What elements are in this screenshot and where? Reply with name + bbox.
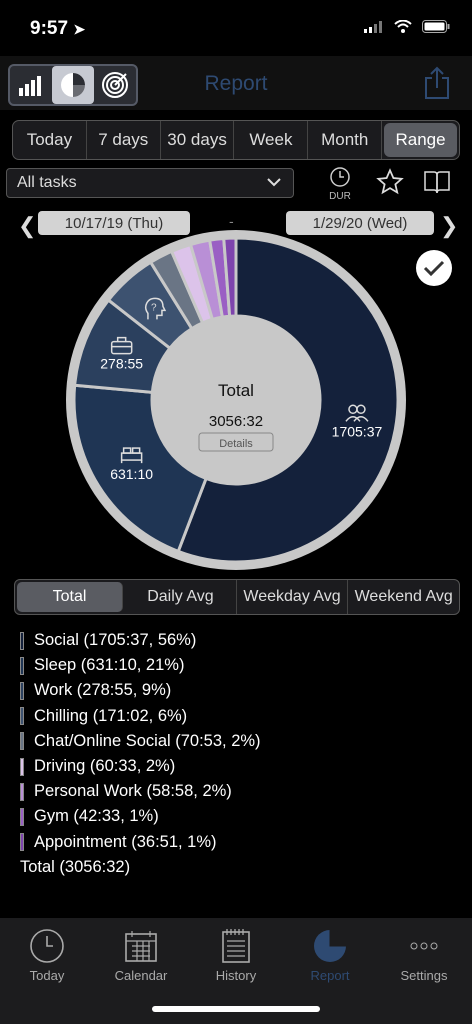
- legend-label: Social (1705:37, 56%): [34, 631, 197, 650]
- legend: Social (1705:37, 56%) Sleep (631:10, 21%)…: [20, 628, 261, 880]
- tab-label: Calendar: [114, 968, 168, 983]
- legend-swatch: [20, 833, 24, 852]
- task-filter-select[interactable]: All tasks: [6, 168, 294, 198]
- chart-center-total: 3056:32: [209, 413, 263, 430]
- legend-item: Driving (60:33, 2%): [20, 754, 261, 779]
- legend-label: Work (278:55, 9%): [34, 681, 172, 700]
- task-filter-value: All tasks: [17, 174, 77, 191]
- duration-label: DUR: [329, 191, 351, 202]
- status-icons: [364, 20, 450, 33]
- duration-sort-button[interactable]: DUR: [326, 166, 354, 202]
- legend-label: Chilling (171:02, 6%): [34, 706, 188, 725]
- slice-value-label: 278:55: [100, 356, 143, 372]
- stats-tab-1[interactable]: Daily Avg: [125, 580, 237, 614]
- clock-icon: [330, 167, 350, 187]
- range-tab-3[interactable]: Week: [234, 121, 309, 159]
- legend-label: Personal Work (58:58, 2%): [34, 782, 232, 801]
- svg-text:?: ?: [151, 302, 157, 313]
- legend-swatch: [20, 631, 24, 650]
- legend-item: Work (278:55, 9%): [20, 678, 261, 703]
- stats-tab-0[interactable]: Total: [17, 582, 124, 612]
- details-button-label: Details: [219, 438, 253, 450]
- calendar-icon: [101, 928, 181, 964]
- pie-chart: Total 3056:32 Details 1705:37 631:10 278:5…: [66, 230, 406, 570]
- legend-swatch: [20, 782, 24, 801]
- legend-item: Chilling (171:02, 6%): [20, 704, 261, 729]
- legend-swatch: [20, 732, 24, 751]
- stats-tab-3[interactable]: Weekend Avg: [348, 580, 459, 614]
- chevron-down-icon: [267, 178, 281, 187]
- favorites-button[interactable]: [376, 168, 404, 201]
- pie-chart-icon: [290, 928, 370, 964]
- legend-item: Chat/Online Social (70:53, 2%): [20, 729, 261, 754]
- star-icon: [376, 168, 404, 195]
- legend-item: Social (1705:37, 56%): [20, 628, 261, 653]
- wifi-icon: [394, 20, 412, 33]
- range-tab-2[interactable]: 30 days: [161, 121, 235, 159]
- stats-segmented-control: Total Daily Avg Weekday Avg Weekend Avg: [14, 579, 460, 615]
- book-icon: [424, 171, 450, 194]
- legend-label: Appointment (36:51, 1%): [34, 832, 217, 851]
- tab-label: History: [215, 968, 257, 983]
- slice-value-label: 631:10: [110, 466, 153, 482]
- tab-calendar[interactable]: Calendar: [101, 928, 181, 983]
- legend-swatch: [20, 656, 24, 675]
- legend-item: Appointment (36:51, 1%): [20, 830, 261, 855]
- date-separator: -: [229, 213, 234, 229]
- confirm-button[interactable]: [416, 250, 452, 286]
- tab-label: Report: [310, 968, 350, 983]
- legend-label: Sleep (631:10, 21%): [34, 656, 185, 675]
- legend-total: Total (3056:32): [20, 857, 131, 876]
- location-arrow-icon: ➤: [73, 21, 86, 37]
- legend-item: Gym (42:33, 1%): [20, 804, 261, 829]
- chevron-right-icon: ❯: [440, 213, 459, 238]
- chart-center-title: Total: [218, 381, 254, 400]
- tab-report[interactable]: Report: [290, 928, 370, 983]
- next-range-button[interactable]: ❯: [440, 213, 458, 239]
- range-tab-4[interactable]: Month: [308, 121, 383, 159]
- range-tab-5[interactable]: Range: [384, 123, 457, 157]
- previous-range-button[interactable]: ❮: [18, 213, 36, 239]
- chevron-left-icon: ❮: [18, 213, 37, 238]
- share-icon: [425, 66, 449, 99]
- share-button[interactable]: [424, 66, 450, 100]
- range-tab-1[interactable]: 7 days: [87, 121, 161, 159]
- status-time: 9:57 ➤: [30, 18, 85, 40]
- dots-icon: [384, 928, 464, 964]
- cellular-signal-icon: [364, 20, 382, 33]
- legend-swatch: [20, 681, 24, 700]
- stats-tab-2[interactable]: Weekday Avg: [237, 580, 349, 614]
- chart-center: [152, 316, 320, 484]
- battery-icon: [422, 20, 450, 33]
- status-time-text: 9:57: [30, 18, 69, 39]
- clock-icon: [7, 928, 87, 964]
- legend-item: Personal Work (58:58, 2%): [20, 779, 261, 804]
- legend-label: Driving (60:33, 2%): [34, 757, 176, 776]
- tab-label: Today: [29, 968, 65, 983]
- checkmark-icon: [423, 260, 445, 277]
- tab-label: Settings: [400, 968, 448, 983]
- legend-label: Gym (42:33, 1%): [34, 807, 159, 826]
- home-indicator: [152, 1006, 320, 1012]
- range-segmented-control: Today 7 days 30 days Week Month Range: [12, 120, 460, 160]
- bookmark-button[interactable]: [424, 170, 450, 199]
- legend-swatch: [20, 707, 24, 726]
- notepad-icon: [196, 928, 276, 964]
- tab-settings[interactable]: Settings: [384, 928, 464, 983]
- tab-today[interactable]: Today: [7, 928, 87, 983]
- tab-history[interactable]: History: [196, 928, 276, 983]
- legend-swatch: [20, 757, 24, 776]
- range-tab-0[interactable]: Today: [13, 121, 87, 159]
- legend-label: Chat/Online Social (70:53, 2%): [34, 731, 261, 750]
- slice-value-label: 1705:37: [332, 423, 383, 439]
- legend-swatch: [20, 807, 24, 826]
- legend-item: Sleep (631:10, 21%): [20, 653, 261, 678]
- page-title: Report: [204, 72, 268, 95]
